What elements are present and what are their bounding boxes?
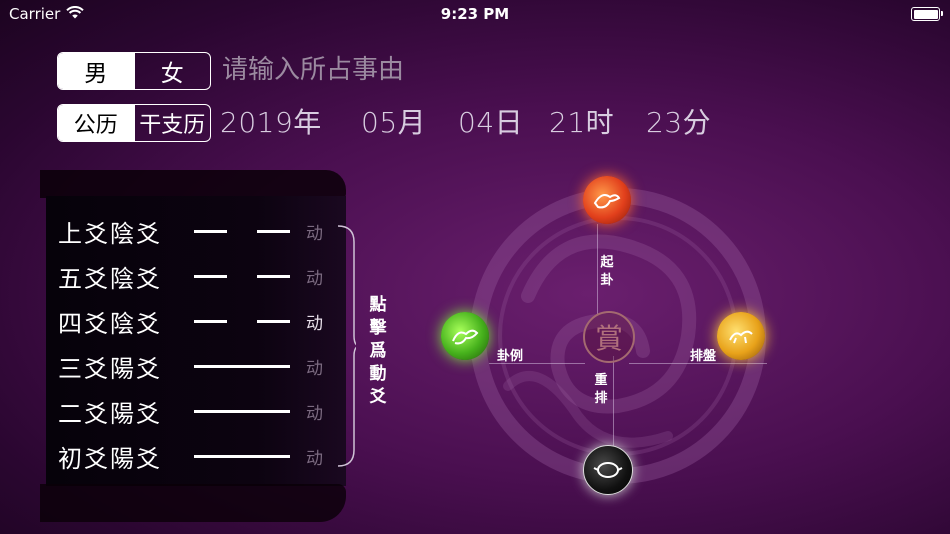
yang-line <box>194 454 290 458</box>
move-toggle[interactable]: 动 <box>306 444 323 469</box>
yin-line <box>194 229 290 233</box>
dragon-icon <box>452 329 479 345</box>
yao-name: 三爻陽爻 <box>58 354 162 383</box>
gender-segmented-control[interactable]: 男 女 <box>57 52 211 90</box>
gender-male-option[interactable]: 男 <box>58 53 134 89</box>
yao-row[interactable]: 四爻陰爻 动 <box>58 301 323 341</box>
paipan-orb-button[interactable] <box>717 312 765 360</box>
connector-line <box>597 224 598 314</box>
calendar-ganzhi-option[interactable]: 干支历 <box>133 105 211 141</box>
glyph: 起 <box>600 255 614 270</box>
glyph: 爲 <box>369 341 387 361</box>
glyph: 卦 <box>600 273 614 288</box>
yao-row[interactable]: 上爻陰爻 动 <box>58 211 323 251</box>
qilin-icon <box>729 330 753 344</box>
calendar-segmented-control[interactable]: 公历 干支历 <box>57 104 211 142</box>
clock: 9:23 PM <box>440 5 510 23</box>
yao-row[interactable]: 二爻陽爻 动 <box>58 391 323 431</box>
date-month[interactable]: 05月 <box>361 104 426 142</box>
yang-line <box>194 364 290 368</box>
center-seal-button[interactable]: 賞 <box>583 311 635 363</box>
yao-row[interactable]: 初爻陽爻 动 <box>58 436 323 476</box>
date-hour[interactable]: 21时 <box>549 104 614 142</box>
yin-line <box>194 274 290 278</box>
date-year[interactable]: 2019年 <box>220 104 322 142</box>
yang-line <box>194 409 290 413</box>
battery-icon <box>911 7 943 21</box>
glyph: 重 <box>594 373 608 388</box>
status-bar: Carrier 9:23 PM <box>0 0 950 28</box>
gender-female-option[interactable]: 女 <box>133 53 211 89</box>
glyph: 點 <box>369 295 387 315</box>
yao-row[interactable]: 五爻陰爻 动 <box>58 256 323 296</box>
brush-stroke-top <box>40 170 346 198</box>
yao-name: 四爻陰爻 <box>58 309 162 338</box>
glyph: 排 <box>594 391 608 406</box>
qigua-orb-button[interactable] <box>583 176 631 224</box>
bird-icon <box>593 194 621 209</box>
guali-orb-button[interactable] <box>441 312 489 360</box>
move-toggle[interactable]: 动 <box>306 219 323 244</box>
connector-line <box>613 356 614 446</box>
paipan-label[interactable]: 排盤 <box>690 345 716 364</box>
move-toggle[interactable]: 动 <box>306 399 323 424</box>
glyph: 擊 <box>369 318 387 338</box>
move-toggle[interactable]: 动 <box>306 354 323 379</box>
yao-name: 五爻陰爻 <box>58 264 162 293</box>
calendar-gregorian-option[interactable]: 公历 <box>58 105 134 141</box>
chongpai-label[interactable]: 重排 <box>594 372 608 408</box>
move-toggle[interactable]: 动 <box>306 309 323 334</box>
tortoise-icon <box>593 462 623 478</box>
yao-name: 二爻陽爻 <box>58 399 162 428</box>
moving-yao-hint: 點擊爲動爻 <box>368 294 388 409</box>
yao-row[interactable]: 三爻陽爻 动 <box>58 346 323 386</box>
reason-input[interactable]: 请输入所占事由 <box>222 52 404 88</box>
yao-name: 上爻陰爻 <box>58 219 162 248</box>
glyph: 動 <box>369 364 387 384</box>
date-minute[interactable]: 23分 <box>646 104 711 142</box>
bracket-decoration <box>337 225 356 467</box>
qigua-label[interactable]: 起卦 <box>600 254 614 290</box>
chongpai-orb-button[interactable] <box>583 445 633 495</box>
date-day[interactable]: 04日 <box>458 104 523 142</box>
yin-line <box>194 319 290 323</box>
brush-stroke-bottom <box>40 484 346 522</box>
yao-name: 初爻陽爻 <box>58 444 162 473</box>
guali-label[interactable]: 卦例 <box>497 345 523 364</box>
glyph: 爻 <box>369 387 387 407</box>
move-toggle[interactable]: 动 <box>306 264 323 289</box>
